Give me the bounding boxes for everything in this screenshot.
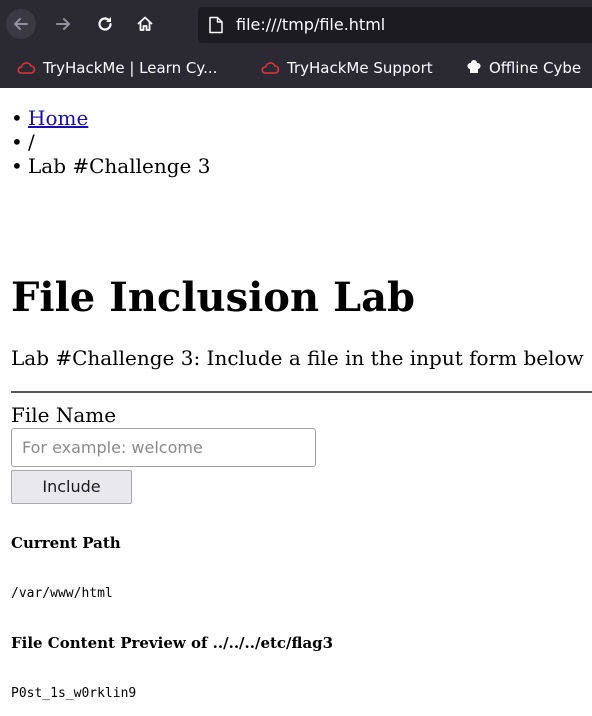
browser-chrome: file:///tmp/file.html TryHackMe | Learn … [0, 0, 592, 88]
divider [11, 391, 592, 393]
page-title: File Inclusion Lab [11, 274, 416, 321]
include-button[interactable]: Include [11, 470, 132, 504]
url-text: file:///tmp/file.html [236, 15, 386, 34]
file-preview-heading: File Content Preview of ../../../etc/fla… [11, 634, 334, 652]
home-button[interactable] [130, 9, 160, 39]
breadcrumb: Home / Lab #Challenge 3 [0, 106, 211, 178]
current-path-value: /var/www/html [11, 586, 113, 601]
breadcrumb-separator: / [11, 130, 210, 154]
file-name-input[interactable] [11, 428, 316, 467]
current-path-heading: Current Path [11, 534, 121, 552]
bookmark-label: TryHackMe Support [287, 59, 433, 77]
home-link[interactable]: Home [28, 106, 88, 130]
file-name-label: File Name [11, 403, 117, 427]
breadcrumb-item-home: Home [11, 106, 210, 130]
reload-button[interactable] [90, 9, 120, 39]
page-icon [209, 16, 223, 34]
bookmark-label: Offline Cybe [489, 59, 582, 77]
reload-icon [98, 17, 112, 31]
back-arrow-icon [14, 18, 28, 30]
browser-toolbar: file:///tmp/file.html [0, 0, 592, 50]
bookmark-label: TryHackMe | Learn Cy... [43, 59, 218, 77]
forward-arrow-icon [56, 18, 70, 30]
forward-button[interactable] [48, 9, 78, 39]
page-content: Home / Lab #Challenge 3 File Inclusion L… [0, 88, 592, 716]
tryhackme-cloud-icon [17, 62, 36, 74]
bookmark-tryhackme[interactable]: TryHackMe | Learn Cy... [16, 59, 217, 77]
bookmarks-bar: TryHackMe | Learn Cy... TryHackMe Suppor… [0, 50, 592, 88]
tryhackme-cloud-icon [261, 62, 280, 74]
breadcrumb-item-current: Lab #Challenge 3 [11, 154, 211, 178]
back-button[interactable] [6, 9, 36, 39]
offline-chef-icon [467, 60, 481, 73]
address-bar[interactable]: file:///tmp/file.html [198, 7, 592, 43]
file-preview-content: P0st_1s_w0rklin9 [11, 686, 137, 701]
home-icon [137, 16, 153, 31]
bookmark-offline-cyber[interactable]: Offline Cybe [466, 59, 581, 77]
page-description: Lab #Challenge 3: Include a file in the … [11, 346, 584, 370]
bookmark-tryhackme-support[interactable]: TryHackMe Support [260, 59, 433, 77]
